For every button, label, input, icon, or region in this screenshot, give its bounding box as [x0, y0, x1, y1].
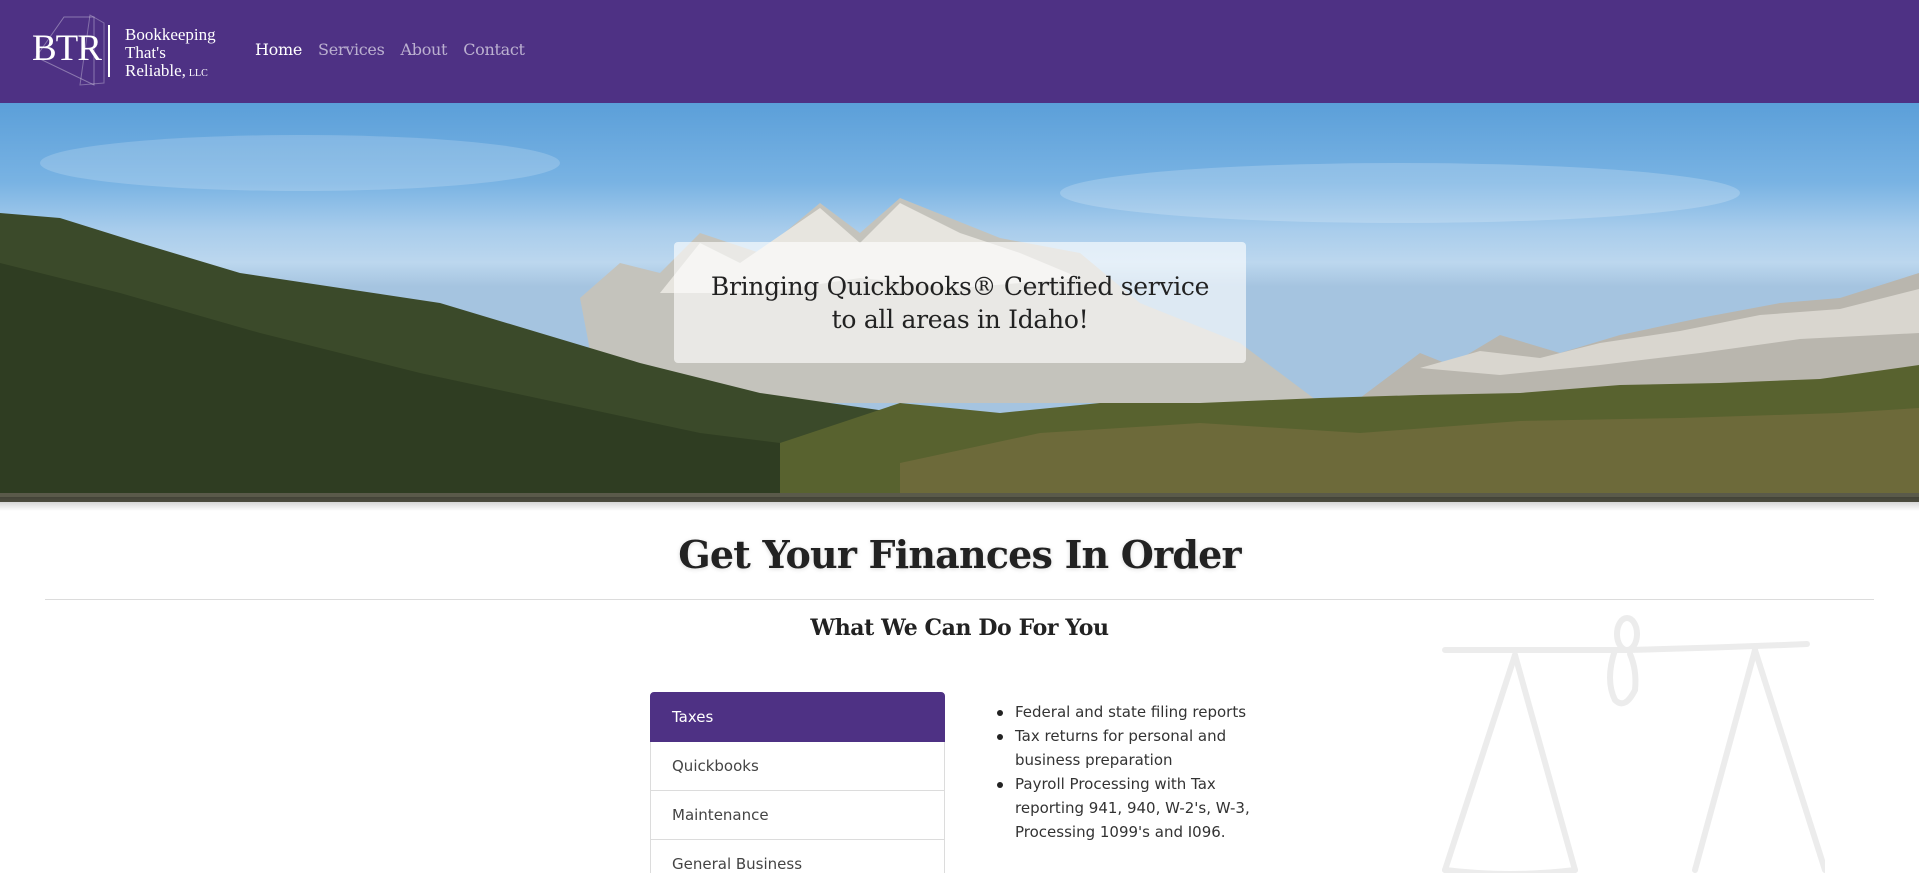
brand-initials: BTR	[32, 28, 102, 69]
nav-home[interactable]: Home	[255, 40, 302, 59]
service-details-list: Federal and state filing reports Tax ret…	[996, 700, 1256, 844]
brand-name-line-2: That's	[125, 43, 166, 62]
nav-contact[interactable]: Contact	[463, 40, 525, 59]
brand-name-line-3: Reliable,	[125, 61, 186, 80]
scales-of-justice-icon	[1442, 615, 1825, 873]
list-item: Tax returns for personal and business pr…	[996, 724, 1256, 772]
tab-taxes[interactable]: Taxes	[650, 692, 945, 742]
brand-logo[interactable]: BTR Bookkeeping That's Reliable, LLC	[30, 13, 235, 87]
nav-services[interactable]: Services	[318, 40, 385, 59]
tab-maintenance[interactable]: Maintenance	[650, 791, 945, 840]
hero-tagline-box: Bringing Quickbooks® Certified service t…	[674, 242, 1246, 363]
brand-name-line-1: Bookkeeping	[125, 25, 216, 44]
tab-general-business[interactable]: General Business	[650, 840, 945, 873]
tab-quickbooks[interactable]: Quickbooks	[650, 742, 945, 791]
main-nav: Home Services About Contact	[255, 40, 541, 59]
services-tab-list: Taxes Quickbooks Maintenance General Bus…	[650, 692, 945, 873]
hero-tagline: Bringing Quickbooks® Certified service t…	[710, 271, 1210, 334]
hero-banner: Bringing Quickbooks® Certified service t…	[0, 103, 1919, 502]
brand-name: Bookkeeping That's Reliable, LLC	[125, 26, 216, 83]
navbar: BTR Bookkeeping That's Reliable, LLC Home…	[0, 0, 1919, 103]
list-item: Payroll Processing with Tax reporting 94…	[996, 772, 1256, 844]
nav-about[interactable]: About	[401, 40, 448, 59]
page-title: Get Your Finances In Order	[678, 532, 1241, 577]
brand-divider	[108, 25, 110, 77]
list-item: Federal and state filing reports	[996, 700, 1256, 724]
brand-suffix: LLC	[188, 68, 208, 79]
divider	[45, 599, 1874, 600]
hero-shadow	[0, 497, 1919, 511]
